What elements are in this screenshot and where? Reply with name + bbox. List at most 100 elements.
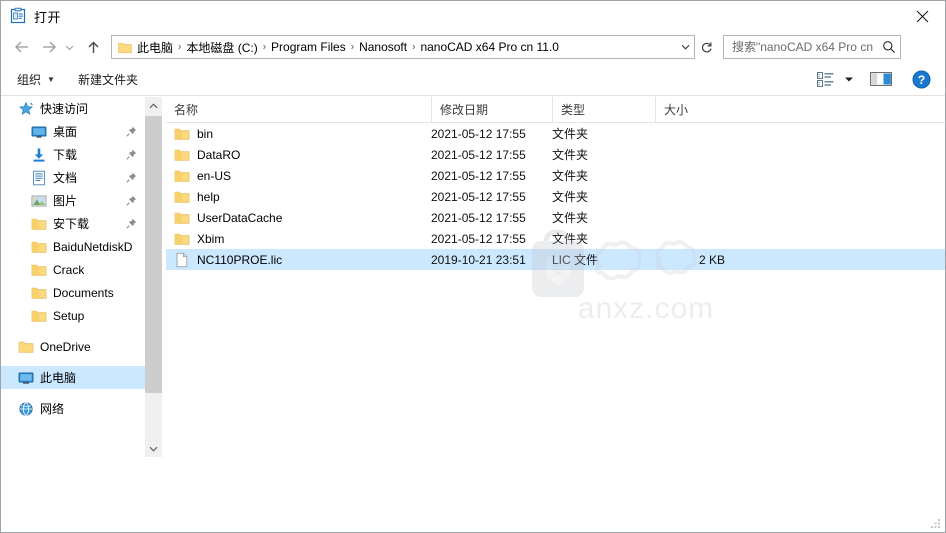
chevron-down-icon[interactable]: [676, 44, 694, 50]
cell-type: 文件夹: [552, 190, 589, 204]
chevron-down-icon[interactable]: [145, 440, 162, 457]
sidebar-item-label: 文档: [53, 171, 78, 185]
command-bar: 组织 ▼ 新建文件夹 ?: [1, 63, 945, 96]
preview-pane-icon[interactable]: [863, 67, 899, 91]
arrow-left-icon[interactable]: [10, 35, 34, 59]
cell-date: 2021-05-12 17:55: [431, 210, 526, 225]
sidebar-item-0[interactable]: 快速访问: [1, 97, 145, 120]
cell-date: 2021-05-12 17:55: [431, 126, 526, 141]
search-input[interactable]: [730, 39, 878, 55]
window-title: 打开: [34, 9, 62, 25]
column-header-size[interactable]: 大小: [655, 97, 734, 122]
folder-icon: [174, 210, 190, 226]
cell-size: [655, 165, 734, 186]
sidebar-item-2[interactable]: 下载: [1, 143, 145, 166]
folder-icon: [118, 41, 132, 54]
folder-icon: [174, 189, 190, 205]
sidebar-item-9[interactable]: Setup: [1, 304, 145, 327]
close-icon[interactable]: [899, 1, 945, 31]
sidebar-item-6[interactable]: BaiduNetdiskD: [1, 235, 145, 258]
cell-date: 2021-05-12 17:55: [431, 147, 526, 162]
arrow-up-icon[interactable]: [81, 35, 105, 59]
arrow-right-icon[interactable]: [36, 35, 60, 59]
pin-icon[interactable]: [126, 126, 137, 137]
resize-grip-icon[interactable]: [929, 517, 941, 529]
breadcrumb-separator: ›: [178, 41, 182, 52]
file-icon: [174, 252, 190, 268]
address-bar[interactable]: 此电脑 › 本地磁盘 (C:) › Program Files › Nanoso…: [111, 35, 695, 59]
pin-icon[interactable]: [126, 218, 137, 229]
pictures-icon: [31, 193, 47, 209]
search-box[interactable]: [723, 35, 901, 59]
sidebar-item-8[interactable]: Documents: [1, 281, 145, 304]
table-row[interactable]: UserDataCache 2021-05-12 17:55 文件夹: [166, 207, 945, 228]
cell-name: bin: [166, 123, 431, 144]
sidebar-item-11[interactable]: 此电脑: [1, 366, 145, 389]
documents-icon: [31, 170, 47, 186]
sidebar-item-label: OneDrive: [40, 339, 91, 354]
file-name-label: help: [197, 189, 220, 204]
breadcrumb-item-3[interactable]: Nanosoft: [355, 40, 411, 54]
table-row[interactable]: Xbim 2021-05-12 17:55 文件夹: [166, 228, 945, 249]
folder-icon: [31, 262, 47, 278]
sidebar-item-label: 图片: [53, 194, 78, 208]
command-bar-right: ?: [809, 67, 945, 91]
sidebar-item-4[interactable]: 图片: [1, 189, 145, 212]
organize-button[interactable]: 组织 ▼: [10, 68, 62, 91]
table-row[interactable]: bin 2021-05-12 17:55 文件夹: [166, 123, 945, 144]
folder-icon: [31, 216, 47, 232]
sort-ascending-icon: [297, 97, 308, 99]
pin-icon[interactable]: [126, 195, 137, 206]
chevron-up-icon[interactable]: [145, 97, 162, 114]
column-header-date-label: 修改日期: [440, 103, 489, 117]
list-view-icon[interactable]: [809, 67, 841, 91]
sidebar-item-3[interactable]: 文档: [1, 166, 145, 189]
breadcrumb-item-4[interactable]: nanoCAD x64 Pro cn 11.0: [416, 40, 563, 54]
cell-type: 文件夹: [552, 211, 589, 225]
column-header-name[interactable]: 名称: [166, 97, 431, 122]
file-name-label: bin: [197, 126, 214, 141]
cell-date: 2019-10-21 23:51: [431, 252, 526, 267]
cell-type: 文件夹: [552, 232, 589, 246]
table-row[interactable]: en-US 2021-05-12 17:55 文件夹: [166, 165, 945, 186]
sidebar-item-5[interactable]: 安下载: [1, 212, 145, 235]
column-header-type[interactable]: 类型: [552, 97, 655, 122]
breadcrumb-separator: ›: [350, 41, 355, 52]
file-name-label: DataRO: [197, 147, 241, 162]
folder-icon: [31, 308, 47, 324]
open-file-dialog-icon: [9, 7, 27, 25]
svg-text:?: ?: [917, 73, 924, 87]
sidebar-item-7[interactable]: Crack: [1, 258, 145, 281]
sidebar-item-12[interactable]: 网络: [1, 397, 145, 420]
breadcrumb-item-0[interactable]: 此电脑: [133, 39, 177, 56]
file-list: bin 2021-05-12 17:55 文件夹 DataRO 2021-05-12 1…: [166, 123, 945, 270]
column-header-date[interactable]: 修改日期: [431, 97, 552, 122]
sidebar-item-10[interactable]: OneDrive: [1, 335, 145, 358]
open-file-dialog: 打开 此电脑 › 本地磁盘 (C:) › Program Files › Nan…: [0, 0, 946, 533]
table-row[interactable]: DataRO 2021-05-12 17:55 文件夹: [166, 144, 945, 165]
cell-date: 2021-05-12 17:55: [431, 231, 526, 246]
help-icon[interactable]: ?: [907, 67, 935, 91]
refresh-icon[interactable]: [695, 35, 717, 59]
new-folder-button[interactable]: 新建文件夹: [71, 68, 145, 91]
table-row[interactable]: NC110PROE.lic 2019-10-21 23:51 LIC 文件 2 KB: [166, 249, 945, 270]
column-header-row: 名称 修改日期 类型 大小: [166, 97, 945, 123]
breadcrumb-item-2[interactable]: Program Files: [267, 40, 350, 54]
scrollbar-thumb[interactable]: [145, 116, 162, 393]
breadcrumb-item-1[interactable]: 本地磁盘 (C:): [182, 39, 261, 56]
chevron-down-icon[interactable]: [841, 76, 857, 83]
breadcrumb: 此电脑 › 本地磁盘 (C:) › Program Files › Nanoso…: [133, 39, 676, 56]
folder-icon: [31, 239, 47, 255]
cell-size: [655, 123, 734, 144]
pin-icon[interactable]: [126, 149, 137, 160]
table-row[interactable]: help 2021-05-12 17:55 文件夹: [166, 186, 945, 207]
pin-icon[interactable]: [126, 172, 137, 183]
sidebar-item-1[interactable]: 桌面: [1, 120, 145, 143]
chevron-down-icon[interactable]: [61, 35, 78, 59]
cell-name: en-US: [166, 165, 431, 186]
file-name-label: en-US: [197, 168, 232, 183]
navigation-pane-scrollbar[interactable]: [145, 97, 162, 457]
chevron-down-icon: ▼: [47, 74, 55, 84]
sidebar-item-label: Documents: [53, 285, 114, 300]
